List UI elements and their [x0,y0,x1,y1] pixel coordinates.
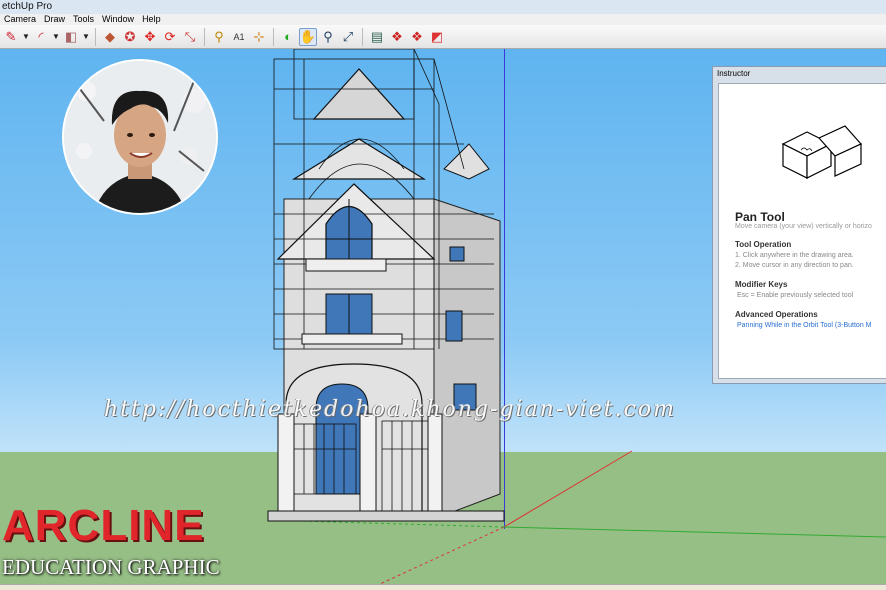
extension-icon[interactable]: ◩ [428,28,446,46]
chevron-down-icon[interactable]: ▼ [22,32,30,41]
operation-step-1: 1. Click anywhere in the drawing area. [735,252,854,259]
modifier-keys-text: Esc = Enable previously selected tool [737,292,854,299]
follow-me-icon[interactable]: ✪ [121,28,139,46]
title-bar: etchUp Pro [0,0,886,14]
zoom-icon[interactable]: ⚲ [319,28,337,46]
house-model [267,49,505,522]
push-pull-icon[interactable]: ◆ [101,28,119,46]
modifier-keys-heading: Modifier Keys [735,280,788,289]
menu-tools[interactable]: Tools [69,14,98,25]
brand-tagline: EDUCATION GRAPHIC [2,555,220,579]
share-model-icon[interactable]: ❖ [408,28,426,46]
zoom-extents-icon[interactable]: ⤢ [339,28,357,46]
operation-step-2: 2. Move cursor in any direction to pan. [735,262,854,269]
toolbar-separator [204,27,205,46]
chevron-down-icon[interactable]: ▼ [82,32,90,41]
advanced-operations-heading: Advanced Operations [735,310,818,319]
instructor-panel[interactable]: Instructor Pan Tool Move camera (your vi… [712,66,886,384]
person-illustration [64,61,216,213]
rotate-icon[interactable]: ⟳ [161,28,179,46]
scale-icon[interactable]: ⤡ [181,28,199,46]
chevron-down-icon[interactable]: ▼ [52,32,60,41]
components-icon[interactable]: ▤ [368,28,386,46]
pan-icon[interactable]: ✋ [299,27,317,46]
website-watermark: http://hocthietkedohoa.khong-gian-viet.c… [104,397,677,422]
tool-operation-heading: Tool Operation [735,240,792,249]
toolbar-separator [273,27,274,46]
text-icon[interactable]: A1 [230,28,248,46]
window-title: etchUp Pro [2,1,53,12]
axes-icon[interactable]: ⊹ [250,28,268,46]
instructor-content: Pan Tool Move camera (your view) vertica… [718,83,886,379]
pencil-icon[interactable]: ✎ [2,28,20,46]
brand-name: ARCLINE [2,501,205,550]
menu-draw[interactable]: Draw [40,14,69,25]
tape-measure-icon[interactable]: ⚲ [210,28,228,46]
toolbar-separator [95,27,96,46]
menu-camera[interactable]: Camera [0,14,40,25]
menu-window[interactable]: Window [98,14,138,25]
tool-name-heading: Pan Tool [735,210,785,224]
paint-bucket-icon[interactable]: ◧ [62,28,80,46]
main-toolbar: ✎ ▼ ◜ ▼ ◧ ▼ ◆ ✪ ✥ ⟳ ⤡ ⚲ A1 ⊹ ◐ ✋ ⚲ ⤢ ▤ ❖ ❖ ◩ [0,25,886,49]
arc-icon[interactable]: ◜ [32,28,50,46]
tool-description: Move camera (your view) vertically or ho… [735,223,872,230]
drawing-viewport[interactable]: http://hocthietkedohoa.khong-gian-viet.c… [0,49,886,584]
menu-help[interactable]: Help [138,14,165,25]
warehouse-icon[interactable]: ❖ [388,28,406,46]
orbit-icon[interactable]: ◐ [279,28,297,46]
move-icon[interactable]: ✥ [141,28,159,46]
toolbar-separator [362,27,363,46]
status-bar [0,584,886,590]
presenter-avatar [62,59,218,215]
menu-bar: Camera Draw Tools Window Help [0,14,886,25]
pan-tool-illustration-icon [781,125,862,179]
advanced-operations-link[interactable]: Panning While in the Orbit Tool (3-Butto… [737,322,872,329]
instructor-title: Instructor [717,69,751,78]
